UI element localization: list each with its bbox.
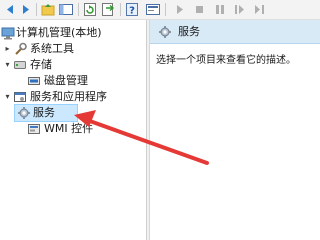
disk-management-icon xyxy=(27,74,41,88)
toolbar-separator xyxy=(120,3,121,16)
toolbar: ? xyxy=(0,0,320,20)
toolbar-separator xyxy=(165,3,166,16)
expand-arrow-icon[interactable]: ▸ xyxy=(3,41,12,57)
services-and-applications-icon xyxy=(13,90,27,104)
up-folder-icon[interactable] xyxy=(40,2,56,17)
storage-icon xyxy=(13,58,27,72)
svg-text:?: ? xyxy=(129,6,135,17)
services-gear-icon xyxy=(158,25,172,39)
system-tools-icon xyxy=(13,42,27,56)
properties-icon[interactable] xyxy=(145,2,161,17)
details-description: 选择一个项目来查看它的描述。 xyxy=(156,55,296,66)
services-gear-icon xyxy=(17,106,31,120)
restart-icon[interactable] xyxy=(252,2,268,17)
refresh-icon[interactable] xyxy=(82,2,98,17)
show-tree-icon[interactable] xyxy=(58,2,74,17)
tree-label: 服务 xyxy=(33,106,55,119)
collapse-arrow-icon[interactable]: ▾ xyxy=(3,89,12,105)
wmi-control-icon xyxy=(27,122,41,136)
tree-label: WMI 控件 xyxy=(44,122,94,135)
navigation-tree: 计算机管理(本地) ▸ 系统工具 ▾ 存储 磁盘管理 ▾ 服务和应用程序 服务 xyxy=(0,20,146,240)
details-pane: 服务 选择一个项目来查看它的描述。 xyxy=(150,20,320,240)
toolbar-separator xyxy=(78,3,79,16)
details-title: 服务 xyxy=(178,25,200,38)
details-header: 服务 xyxy=(150,20,320,44)
tree-label: 计算机管理(本地) xyxy=(16,26,102,39)
tree-label: 服务和应用程序 xyxy=(30,90,107,103)
computer-management-icon xyxy=(1,26,15,40)
stop-icon[interactable] xyxy=(192,2,208,17)
resume-icon[interactable] xyxy=(232,2,248,17)
help-icon[interactable]: ? xyxy=(124,2,140,17)
collapse-arrow-icon[interactable]: ▾ xyxy=(3,57,12,73)
toolbar-separator xyxy=(36,3,37,16)
play-icon[interactable] xyxy=(172,2,188,17)
export-list-icon[interactable] xyxy=(100,2,116,17)
tree-label: 系统工具 xyxy=(30,42,74,55)
forward-icon[interactable] xyxy=(18,2,34,17)
tree-label: 存储 xyxy=(30,58,52,71)
back-icon[interactable] xyxy=(2,2,18,17)
tree-label: 磁盘管理 xyxy=(44,74,88,87)
pause-icon[interactable] xyxy=(212,2,228,17)
